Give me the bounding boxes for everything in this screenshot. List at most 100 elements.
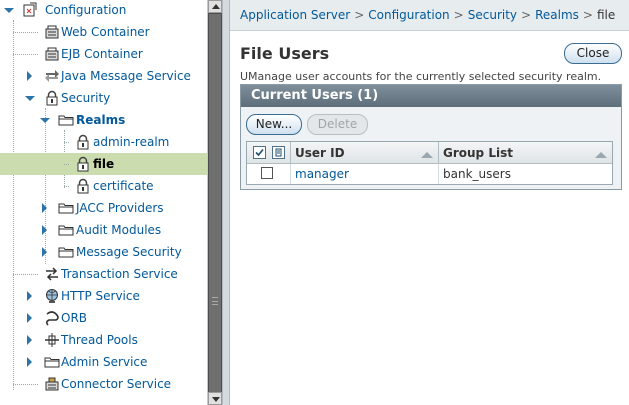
expand-toggle-right-icon[interactable] — [27, 357, 32, 367]
folder-icon — [58, 200, 74, 216]
tree-item-admin-realm[interactable]: admin-realm — [0, 131, 207, 153]
expand-toggle-down-icon[interactable] — [4, 8, 14, 13]
connector-icon — [44, 376, 60, 392]
folder-icon — [58, 112, 74, 128]
breadcrumb-link-realms[interactable]: Realms — [535, 8, 579, 22]
breadcrumb-separator: > — [521, 8, 532, 22]
breadcrumb-link-security[interactable]: Security — [468, 8, 517, 22]
tree-item-ejb-container[interactable]: EJB Container — [0, 43, 207, 65]
lock-icon — [75, 178, 91, 194]
tree-item-label: HTTP Service — [61, 289, 140, 303]
tree-item-transaction-service[interactable]: Transaction Service — [0, 263, 207, 285]
tree-guide-line — [64, 142, 69, 143]
tree-item-label: Web Container — [61, 25, 150, 39]
tree-item-certificate[interactable]: certificate — [0, 175, 207, 197]
breadcrumb-link-configuration[interactable]: Configuration — [368, 8, 449, 22]
group-list-cell: bank_users — [443, 167, 511, 181]
lock-icon — [75, 156, 91, 172]
tree-item-label: certificate — [93, 179, 154, 193]
tree-item-admin-service[interactable]: Admin Service — [0, 351, 207, 373]
tree-guide-line — [13, 384, 38, 385]
tree-item-label: Configuration — [45, 3, 127, 17]
tree-item-java-message-service[interactable]: Java Message Service — [0, 65, 207, 87]
tree-item-configuration[interactable]: Configuration — [0, 0, 207, 21]
folder-icon — [58, 222, 74, 238]
tree-item-message-security[interactable]: Message Security — [0, 241, 207, 263]
scroll-up-arrow-icon[interactable] — [208, 0, 222, 13]
expand-toggle-right-icon[interactable] — [27, 335, 32, 345]
users-table: User ID Group List manager bank_users — [246, 141, 613, 185]
tree-item-audit-modules[interactable]: Audit Modules — [0, 219, 207, 241]
delete-user-button[interactable]: Delete — [307, 114, 368, 135]
page-title: File Users — [240, 44, 330, 63]
select-all-icon[interactable] — [253, 146, 266, 159]
table-caption: Current Users (1) — [241, 85, 621, 107]
expand-toggle-right-icon[interactable] — [27, 291, 32, 301]
tree-item-label: admin-realm — [93, 135, 170, 149]
row-select-cell — [247, 164, 291, 184]
tree-guide-line — [64, 186, 69, 187]
tree-scrollbar[interactable] — [207, 0, 222, 405]
expand-toggle-right-icon[interactable] — [42, 225, 47, 235]
scroll-grip-icon — [212, 297, 218, 305]
new-user-button[interactable]: New... — [246, 114, 302, 135]
tree-item-jacc-providers[interactable]: JACC Providers — [0, 197, 207, 219]
sort-ascending-icon[interactable] — [421, 152, 433, 158]
user-id-link[interactable]: manager — [291, 164, 439, 184]
ejb-container-icon — [44, 46, 60, 62]
tree-guide-line — [64, 164, 69, 165]
row-checkbox[interactable] — [261, 167, 273, 179]
sort-ascending-icon[interactable] — [595, 152, 607, 158]
column-header-user-id[interactable]: User ID — [291, 142, 439, 164]
tree-item-orb[interactable]: ORB — [0, 307, 207, 329]
scroll-down-arrow-icon[interactable] — [208, 392, 222, 405]
content-pane: Application Server > Configuration > Securit… — [230, 0, 629, 405]
tree-item-label: Java Message Service — [61, 69, 191, 83]
tree-item-label: Realms — [76, 113, 126, 127]
tree-item-label: EJB Container — [61, 47, 143, 61]
navigation-tree: Configuration Web Container EJB Container J… — [0, 0, 207, 405]
breadcrumb-link-application-server[interactable]: Application Server — [240, 8, 350, 22]
tree-item-label: Message Security — [76, 245, 182, 259]
tree-item-http-service[interactable]: HTTP Service — [0, 285, 207, 307]
expand-toggle-right-icon[interactable] — [27, 71, 32, 81]
thread-pool-icon — [44, 332, 60, 348]
expand-toggle-right-icon[interactable] — [42, 203, 47, 213]
tree-item-label: Admin Service — [61, 355, 148, 369]
transaction-icon — [44, 266, 60, 282]
tree-item-realms[interactable]: Realms — [0, 109, 207, 131]
help-text: UManage user accounts for the currently … — [240, 70, 602, 83]
web-container-icon — [44, 24, 60, 40]
tree-item-label: Transaction Service — [61, 267, 178, 281]
tree-item-label: ORB — [61, 311, 88, 325]
breadcrumb: Application Server > Configuration > Securit… — [240, 8, 615, 22]
tree-item-label: Connector Service — [61, 377, 172, 391]
scrollbar-thumb[interactable] — [208, 13, 222, 393]
lock-icon — [75, 134, 91, 150]
folder-icon — [58, 244, 74, 260]
breadcrumb-separator: > — [354, 8, 365, 22]
tree-guide-line — [13, 54, 38, 55]
expand-toggle-down-icon[interactable] — [25, 96, 35, 101]
expand-toggle-right-icon[interactable] — [27, 313, 32, 323]
tree-item-file[interactable]: file — [0, 153, 207, 175]
tree-item-web-container[interactable]: Web Container — [0, 21, 207, 43]
expand-toggle-down-icon[interactable] — [40, 118, 50, 123]
folder-icon — [44, 354, 60, 370]
close-button[interactable]: Close — [564, 43, 622, 64]
deselect-all-icon[interactable] — [272, 146, 285, 159]
column-header-group-list[interactable]: Group List — [439, 142, 612, 164]
column-header-label: Group List — [443, 146, 513, 160]
lock-icon — [44, 90, 60, 106]
tree-item-security[interactable]: Security — [0, 87, 207, 109]
tree-item-connector-service[interactable]: Connector Service — [0, 373, 207, 395]
breadcrumb-current: file — [596, 8, 616, 22]
expand-toggle-right-icon[interactable] — [42, 247, 47, 257]
tree-guide-line — [13, 32, 38, 33]
pane-splitter[interactable] — [222, 0, 230, 405]
breadcrumb-bar: Application Server > Configuration > Securit… — [230, 0, 629, 31]
globe-icon — [44, 288, 60, 304]
tree-item-label: JACC Providers — [76, 201, 164, 215]
tree-item-thread-pools[interactable]: Thread Pools — [0, 329, 207, 351]
breadcrumb-separator: > — [582, 8, 593, 22]
